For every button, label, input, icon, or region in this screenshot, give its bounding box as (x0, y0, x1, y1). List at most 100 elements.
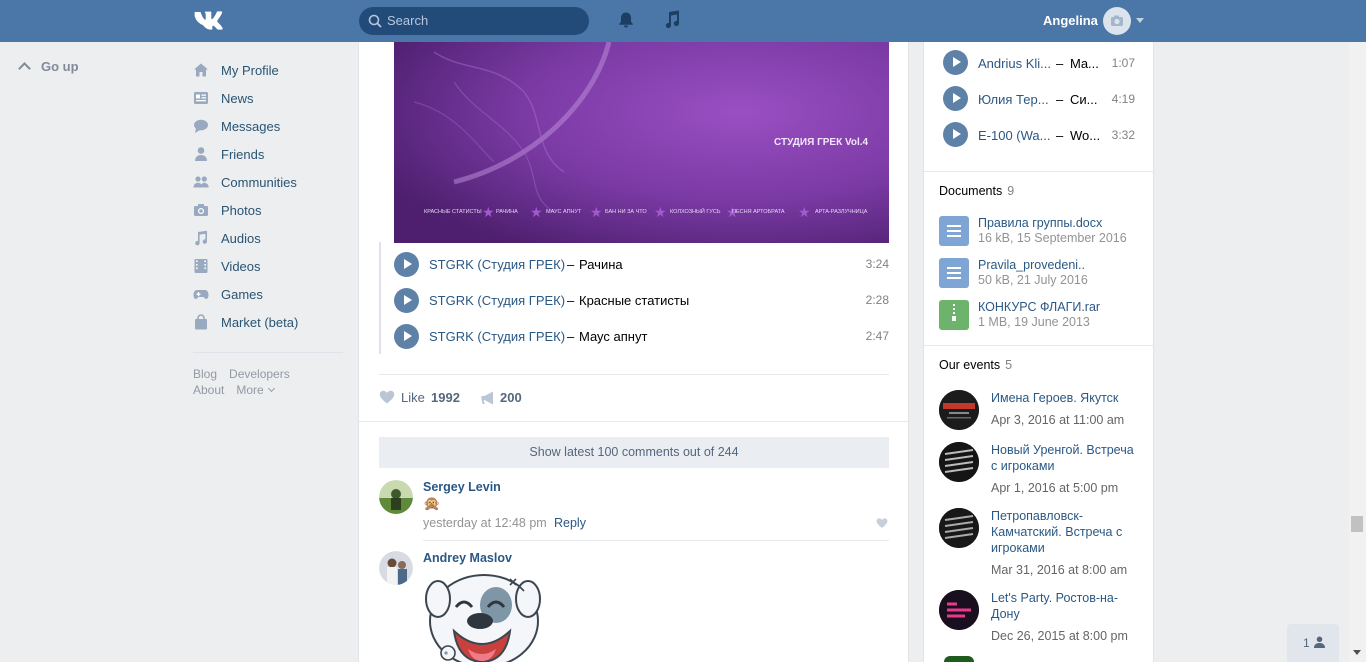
comment-author[interactable]: Andrey Maslov (423, 551, 512, 565)
avatar[interactable] (379, 551, 413, 585)
footer-link-about[interactable]: About (193, 383, 224, 397)
show-comments-button[interactable]: Show latest 100 comments out of 244 (379, 437, 889, 468)
scroll-down-arrow-icon[interactable] (1353, 650, 1361, 655)
audio-track-row[interactable]: Юлия Тер... – Си... 4:19 (943, 86, 1135, 112)
sidebar-item-market[interactable]: Market (beta) (193, 308, 348, 336)
comment-author[interactable]: Sergey Levin (423, 480, 501, 494)
star-icon: ★ (530, 204, 543, 220)
audio-track-row[interactable]: STGRK (Студия ГРЕК) – Рачина 3:24 (394, 251, 889, 279)
event-avatar[interactable] (939, 590, 979, 630)
track-artist[interactable]: E-100 (Wa... (978, 128, 1050, 143)
play-icon[interactable] (394, 324, 419, 349)
megaphone-icon[interactable] (480, 390, 496, 406)
scrollbar[interactable] (1349, 42, 1366, 662)
cover-track-label: АРТА-РАЗЛУЧНИЦА (815, 209, 868, 215)
heart-icon[interactable] (379, 389, 395, 405)
sidebar-item-videos[interactable]: Videos (193, 252, 348, 280)
track-title[interactable]: Си... (1070, 92, 1098, 107)
track-title[interactable]: Wo... (1070, 128, 1100, 143)
sidebar-item-label: Audios (221, 230, 261, 246)
sidebar-item-communities[interactable]: Communities (193, 168, 348, 196)
track-artist[interactable]: STGRK (Студия ГРЕК) (429, 329, 565, 344)
star-icon: ★ (654, 204, 667, 220)
events-header[interactable]: Our events 5 (939, 358, 1012, 372)
avatar[interactable] (379, 480, 413, 514)
avatar[interactable] (1103, 7, 1131, 35)
cover-track-label: РАЧИНА (496, 209, 518, 215)
share-count[interactable]: 200 (500, 390, 522, 405)
track-artist[interactable]: Andrius Kli... (978, 56, 1051, 71)
document-name[interactable]: КОНКУРС ФЛАГИ.rar (978, 300, 1100, 314)
album-cover-image[interactable]: СТУДИЯ ГРЕК Vol.4 КРАСНЫЕ СТАТИСТЫ ★ РАЧИН… (394, 42, 889, 243)
bell-icon[interactable] (617, 11, 635, 29)
audio-track-row[interactable]: STGRK (Студия ГРЕК) – Красные статисты 2… (394, 287, 889, 315)
event-name[interactable]: Новый Уренгой. Встреча с игроками (991, 442, 1141, 474)
sidebar-item-messages[interactable]: Messages (193, 112, 348, 140)
music-icon[interactable] (663, 10, 681, 30)
track-title[interactable]: Ma... (1070, 56, 1099, 71)
document-name[interactable]: Pravila_provedeni.. (978, 258, 1085, 272)
play-icon[interactable] (943, 50, 968, 75)
footer-link-blog[interactable]: Blog (193, 367, 217, 381)
documents-header[interactable]: Documents 9 (939, 184, 1014, 198)
event-item[interactable]: Новый Уренгой. Встреча с игроками Apr 1,… (939, 442, 1139, 502)
sidebar-item-friends[interactable]: Friends (193, 140, 348, 168)
play-icon[interactable] (394, 252, 419, 277)
event-name[interactable]: Имена Героев. Якутск (991, 390, 1141, 406)
event-avatar[interactable] (944, 656, 974, 662)
event-name[interactable]: Петропавловск-Камчатский. Встреча с игро… (991, 508, 1141, 556)
audio-track-row[interactable]: STGRK (Студия ГРЕК) – Маус апнут 2:47 (394, 323, 889, 351)
user-name[interactable]: Angelina (1043, 13, 1098, 28)
like-label[interactable]: Like (401, 390, 425, 405)
scrollbar-thumb[interactable] (1351, 516, 1363, 532)
messages-icon (194, 119, 208, 133)
go-up-button[interactable]: Go up (18, 59, 79, 75)
event-avatar[interactable] (939, 508, 979, 548)
document-item[interactable]: Pravila_provedeni.. 50 kB, 21 July 2016 (939, 258, 1139, 290)
sidebar-footer: Blog Developers About More (193, 366, 348, 398)
play-icon[interactable] (943, 122, 968, 147)
left-sidebar: My Profile News Messages Friends Communi… (193, 56, 348, 398)
reply-button[interactable]: Reply (554, 516, 586, 530)
event-name[interactable]: Let's Party. Ростов-на-Дону (991, 590, 1141, 622)
track-artist[interactable]: STGRK (Студия ГРЕК) (429, 257, 565, 272)
comment: Andrey Maslov (379, 551, 889, 662)
cover-track-label: БАН НИ ЗА ЧТО (605, 209, 647, 215)
track-title[interactable]: Маус апнут (579, 329, 647, 344)
sidebar-item-photos[interactable]: Photos (193, 196, 348, 224)
track-dash: – (567, 257, 575, 272)
comment-date[interactable]: yesterday at 12:48 pm (423, 516, 547, 530)
audio-track-row[interactable]: Andrius Kli... – Ma... 1:07 (943, 50, 1135, 76)
chevron-down-icon[interactable] (1136, 18, 1144, 23)
sidebar-item-audios[interactable]: Audios (193, 224, 348, 252)
chat-button[interactable]: 1 (1287, 624, 1339, 662)
sidebar-item-news[interactable]: News (193, 84, 348, 112)
play-icon[interactable] (394, 288, 419, 313)
footer-link-more[interactable]: More (236, 383, 273, 397)
footer-link-developers[interactable]: Developers (229, 367, 290, 381)
sidebar-item-games[interactable]: Games (193, 280, 348, 308)
event-avatar[interactable] (939, 442, 979, 482)
track-title[interactable]: Красные статисты (579, 293, 689, 308)
document-item[interactable]: КОНКУРС ФЛАГИ.rar 1 MB, 19 June 2013 (939, 300, 1139, 332)
heart-icon[interactable] (876, 517, 888, 529)
play-icon[interactable] (943, 86, 968, 111)
sidebar-item-my-profile[interactable]: My Profile (193, 56, 348, 84)
track-artist[interactable]: Юлия Тер... (978, 92, 1049, 107)
document-item[interactable]: Правила группы.docx 16 kB, 15 September … (939, 216, 1139, 248)
search-box[interactable]: Search (359, 7, 589, 35)
like-count[interactable]: 1992 (431, 390, 460, 405)
track-artist[interactable]: STGRK (Студия ГРЕК) (429, 293, 565, 308)
sticker-dog-icon (425, 574, 541, 662)
event-avatar[interactable] (939, 390, 979, 430)
event-item[interactable]: Let's Party. Ростов-на-Дону Dec 26, 2015… (939, 590, 1139, 650)
audio-track-row[interactable]: E-100 (Wa... – Wo... 3:32 (943, 122, 1135, 148)
event-item[interactable]: Имена Героев. Якутск Apr 3, 2016 at 11:0… (939, 390, 1139, 436)
top-header: Search Angelina (0, 0, 1366, 42)
track-title[interactable]: Рачина (579, 257, 623, 272)
vk-logo-icon[interactable] (193, 9, 227, 31)
comment: Sergey Levin 🙊 yesterday at 12:48 pm Rep… (379, 480, 889, 540)
search-input[interactable]: Search (387, 13, 428, 28)
event-item[interactable]: Петропавловск-Камчатский. Встреча с игро… (939, 508, 1139, 584)
document-name[interactable]: Правила группы.docx (978, 216, 1102, 230)
